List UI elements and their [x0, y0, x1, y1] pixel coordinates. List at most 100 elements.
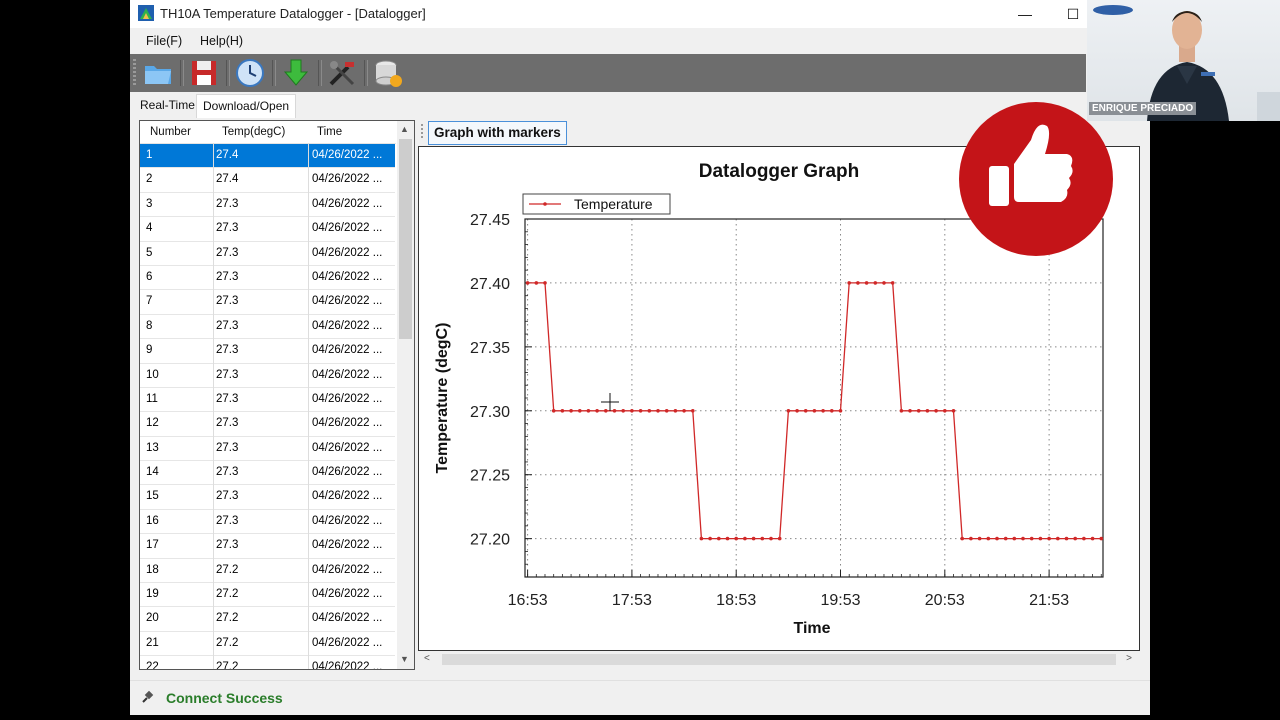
cell-time: 04/26/2022 ...: [312, 588, 383, 601]
scroll-down-arrow-icon[interactable]: ▼: [400, 654, 409, 664]
table-row[interactable]: 6 27.3 04/26/2022 ...: [140, 266, 395, 291]
graph-tab-label[interactable]: Graph with markers: [428, 121, 567, 145]
cell-temp: 27.3: [216, 319, 239, 332]
temperature-marker: [560, 409, 565, 413]
y-tick-label: 27.30: [470, 404, 510, 421]
table-header: Number Temp(degC) Time: [140, 121, 396, 144]
cell-temp: 27.4: [216, 173, 239, 186]
cell-time: 04/26/2022 ...: [312, 368, 383, 381]
temperature-marker: [725, 536, 730, 541]
temperature-marker: [1012, 536, 1017, 541]
y-axis-label: Temperature (degC): [434, 323, 451, 474]
cell-time: 04/26/2022 ...: [312, 246, 383, 259]
cell-number: 8: [146, 319, 153, 332]
y-tick-label: 27.35: [470, 340, 510, 357]
cell-temp: 27.3: [216, 417, 239, 430]
cell-time: 04/26/2022 ...: [312, 636, 383, 649]
table-vertical-scrollbar[interactable]: ▲ ▼: [397, 121, 414, 669]
table-row[interactable]: 22 27.2 04/26/2022 ...: [140, 656, 395, 670]
table-row[interactable]: 3 27.3 04/26/2022 ...: [140, 193, 395, 218]
table-row[interactable]: 8 27.3 04/26/2022 ...: [140, 315, 395, 340]
temperature-marker: [656, 409, 660, 413]
table-row[interactable]: 15 27.3 04/26/2022 ...: [140, 485, 395, 510]
scroll-up-arrow-icon[interactable]: ▲: [400, 124, 409, 134]
thumbs-up-icon: [989, 124, 1073, 206]
clock-icon[interactable]: [234, 57, 266, 89]
table-row[interactable]: 17 27.3 04/26/2022 ...: [140, 534, 395, 559]
minimize-button[interactable]: —: [1002, 0, 1048, 28]
table-row[interactable]: 1 27.4 04/26/2022 ...: [140, 144, 395, 169]
tab-realtime[interactable]: Real-Time: [134, 94, 201, 117]
cell-temp: 27.3: [216, 295, 239, 308]
column-divider: [308, 143, 309, 669]
scrollbar-thumb[interactable]: [399, 139, 412, 339]
cell-temp: 27.2: [216, 661, 239, 670]
title-bar: TH10A Temperature Datalogger - [Datalogg…: [130, 0, 1150, 28]
y-tick-label: 27.25: [470, 468, 510, 485]
connection-status: Connect Success: [166, 690, 283, 706]
table-row[interactable]: 9 27.3 04/26/2022 ...: [140, 339, 395, 364]
tools-icon[interactable]: [326, 57, 358, 89]
temperature-marker: [699, 536, 704, 541]
table-row[interactable]: 2 27.4 04/26/2022 ...: [140, 168, 395, 193]
scroll-left-arrow-icon[interactable]: <: [424, 653, 430, 664]
temperature-marker: [803, 409, 808, 413]
temperature-marker: [734, 536, 738, 541]
folder-open-icon[interactable]: [142, 57, 174, 89]
scrollbar-thumb[interactable]: [442, 654, 1116, 665]
table-row[interactable]: 13 27.3 04/26/2022 ...: [140, 437, 395, 462]
temperature-marker: [551, 409, 556, 413]
cell-time: 04/26/2022 ...: [312, 539, 383, 552]
column-divider: [213, 143, 214, 669]
table-row[interactable]: 14 27.3 04/26/2022 ...: [140, 461, 395, 486]
table-row[interactable]: 21 27.2 04/26/2022 ...: [140, 632, 395, 657]
table-row[interactable]: 16 27.3 04/26/2022 ...: [140, 510, 395, 535]
tab-download-open[interactable]: Download/Open: [196, 94, 297, 118]
graph-horizontal-scrollbar[interactable]: < >: [420, 652, 1136, 667]
table-row[interactable]: 4 27.3 04/26/2022 ...: [140, 217, 395, 242]
table-row[interactable]: 5 27.3 04/26/2022 ...: [140, 242, 395, 266]
table-row[interactable]: 12 27.3 04/26/2022 ...: [140, 412, 395, 437]
cell-number: 22: [146, 661, 159, 670]
temperature-marker: [916, 409, 921, 413]
table-row[interactable]: 10 27.3 04/26/2022 ...: [140, 364, 395, 388]
menu-file[interactable]: File(F): [146, 34, 182, 48]
x-tick-label: 17:53: [612, 592, 652, 609]
temperature-marker: [777, 536, 782, 541]
column-header-time[interactable]: Time: [317, 126, 342, 138]
cell-time: 04/26/2022 ...: [312, 563, 383, 576]
temperature-marker: [586, 409, 591, 413]
toolbar-grip[interactable]: [133, 59, 136, 87]
temperature-marker: [838, 409, 843, 413]
y-tick-label: 27.20: [470, 532, 510, 549]
column-header-temp[interactable]: Temp(degC): [222, 126, 285, 138]
database-icon[interactable]: [372, 57, 404, 89]
table-row[interactable]: 7 27.3 04/26/2022 ...: [140, 290, 395, 315]
save-floppy-icon[interactable]: [188, 57, 220, 89]
scroll-right-arrow-icon[interactable]: >: [1126, 653, 1132, 664]
table-row[interactable]: 20 27.2 04/26/2022 ...: [140, 607, 395, 632]
column-header-number[interactable]: Number: [150, 126, 191, 138]
table-row[interactable]: 19 27.2 04/26/2022 ...: [140, 583, 395, 608]
cell-number: 9: [146, 344, 153, 357]
menu-help[interactable]: Help(H): [200, 34, 243, 48]
cell-number: 16: [146, 514, 159, 527]
window-title: TH10A Temperature Datalogger - [Datalogg…: [160, 6, 426, 21]
cell-temp: 27.3: [216, 490, 239, 503]
temperature-marker: [786, 409, 791, 413]
table-row[interactable]: 18 27.2 04/26/2022 ...: [140, 559, 395, 584]
like-overlay[interactable]: [959, 102, 1113, 256]
x-tick-label: 18:53: [716, 592, 756, 609]
download-arrow-icon[interactable]: [280, 57, 312, 89]
y-tick-label: 27.45: [470, 212, 510, 229]
menu-bar: File(F) Help(H): [130, 28, 1086, 54]
cell-time: 04/26/2022 ...: [312, 197, 383, 210]
temperature-marker: [1082, 536, 1086, 541]
toolbar-separator: [226, 60, 230, 86]
temperature-marker: [934, 409, 938, 413]
cell-time: 04/26/2022 ...: [312, 612, 383, 625]
cell-number: 14: [146, 466, 159, 479]
cell-number: 2: [146, 173, 153, 186]
table-row[interactable]: 11 27.3 04/26/2022 ...: [140, 388, 395, 413]
cell-temp: 27.3: [216, 392, 239, 405]
